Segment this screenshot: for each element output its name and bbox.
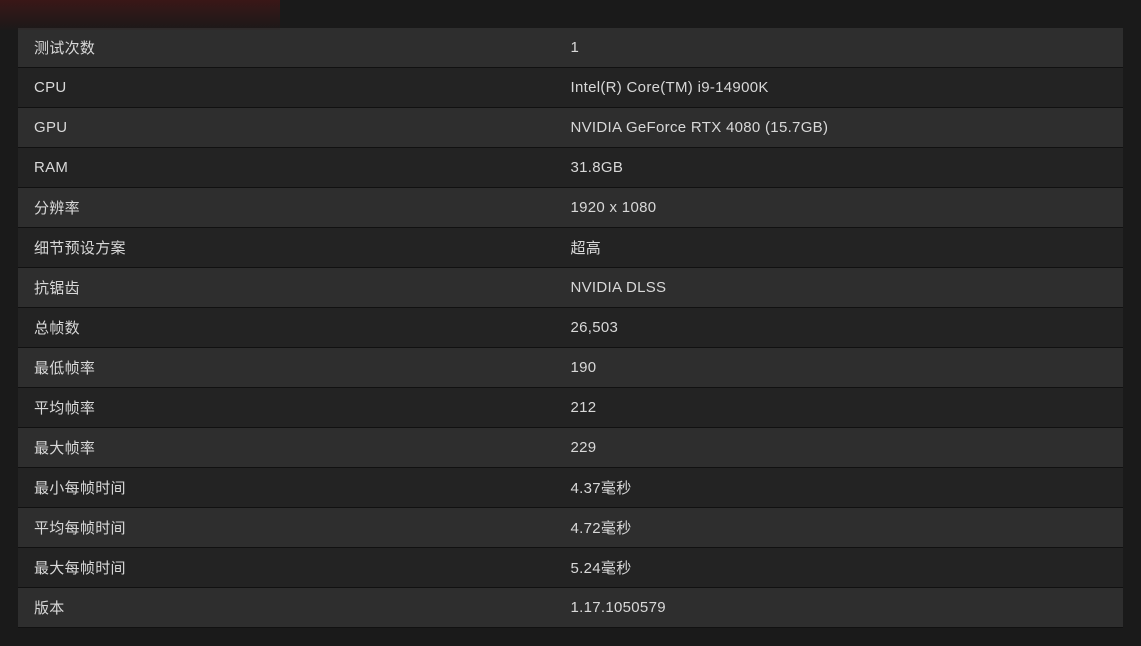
table-row: 平均帧率 212 (18, 388, 1123, 428)
row-value-detail-preset: 超高 (571, 237, 1124, 258)
row-value-min-fps: 190 (571, 359, 1124, 376)
table-row: GPU NVIDIA GeForce RTX 4080 (15.7GB) (18, 108, 1123, 148)
row-value-cpu: Intel(R) Core(TM) i9-14900K (571, 79, 1124, 96)
row-value-antialiasing: NVIDIA DLSS (571, 279, 1124, 296)
table-row: 细节预设方案 超高 (18, 228, 1123, 268)
row-label-detail-preset: 细节预设方案 (18, 237, 571, 258)
row-label-antialiasing: 抗锯齿 (18, 277, 571, 298)
table-row: RAM 31.8GB (18, 148, 1123, 188)
table-row: 总帧数 26,503 (18, 308, 1123, 348)
table-row: 最大每帧时间 5.24毫秒 (18, 548, 1123, 588)
table-row: 最小每帧时间 4.37毫秒 (18, 468, 1123, 508)
row-value-version: 1.17.1050579 (571, 599, 1124, 616)
row-value-max-frametime: 5.24毫秒 (571, 557, 1124, 578)
table-row: CPU Intel(R) Core(TM) i9-14900K (18, 68, 1123, 108)
row-label-total-frames: 总帧数 (18, 317, 571, 338)
row-label-test-count: 测试次数 (18, 37, 571, 58)
row-value-test-count: 1 (571, 39, 1124, 56)
row-label-ram: RAM (18, 159, 571, 176)
row-value-avg-fps: 212 (571, 399, 1124, 416)
row-value-total-frames: 26,503 (571, 319, 1124, 336)
row-label-cpu: CPU (18, 79, 571, 96)
row-label-avg-frametime: 平均每帧时间 (18, 517, 571, 538)
table-row: 分辨率 1920 x 1080 (18, 188, 1123, 228)
row-label-version: 版本 (18, 597, 571, 618)
benchmark-results-panel: 测试次数 1 CPU Intel(R) Core(TM) i9-14900K G… (0, 0, 1141, 646)
table-row: 抗锯齿 NVIDIA DLSS (18, 268, 1123, 308)
table-row: 最大帧率 229 (18, 428, 1123, 468)
row-value-gpu: NVIDIA GeForce RTX 4080 (15.7GB) (571, 119, 1124, 136)
row-label-max-fps: 最大帧率 (18, 437, 571, 458)
row-label-gpu: GPU (18, 119, 571, 136)
row-label-avg-fps: 平均帧率 (18, 397, 571, 418)
row-value-max-fps: 229 (571, 439, 1124, 456)
row-label-min-fps: 最低帧率 (18, 357, 571, 378)
row-label-min-frametime: 最小每帧时间 (18, 477, 571, 498)
row-value-resolution: 1920 x 1080 (571, 199, 1124, 216)
row-value-avg-frametime: 4.72毫秒 (571, 517, 1124, 538)
row-label-resolution: 分辨率 (18, 197, 571, 218)
table-row: 测试次数 1 (18, 28, 1123, 68)
table-row: 版本 1.17.1050579 (18, 588, 1123, 628)
row-value-min-frametime: 4.37毫秒 (571, 477, 1124, 498)
row-label-max-frametime: 最大每帧时间 (18, 557, 571, 578)
benchmark-table: 测试次数 1 CPU Intel(R) Core(TM) i9-14900K G… (18, 28, 1123, 628)
table-row: 最低帧率 190 (18, 348, 1123, 388)
row-value-ram: 31.8GB (571, 159, 1124, 176)
table-row: 平均每帧时间 4.72毫秒 (18, 508, 1123, 548)
